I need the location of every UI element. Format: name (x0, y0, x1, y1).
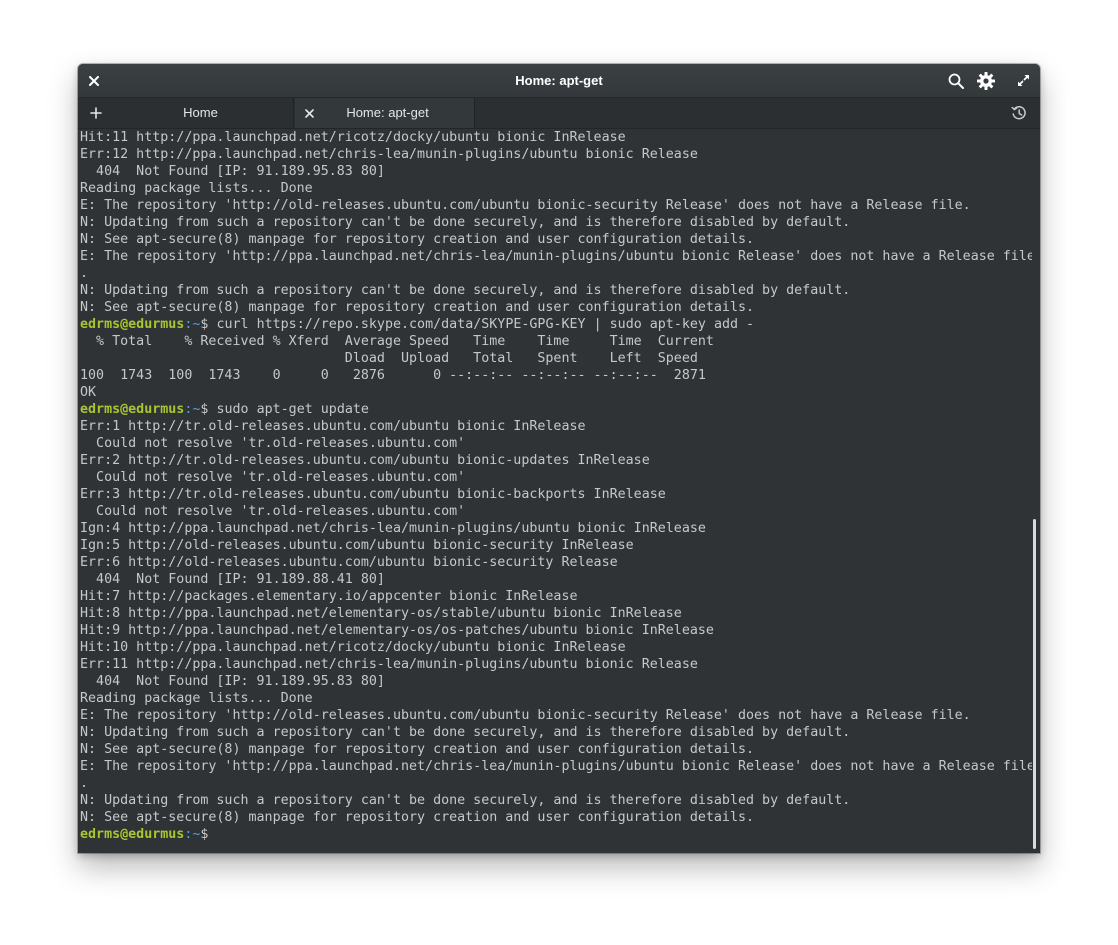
terminal-window: Home: apt-get Home Home: apt-get Hit:11 … (78, 64, 1040, 853)
terminal-text: Hit:11 http://ppa.launchpad.net/ricotz/d… (80, 129, 1032, 843)
search-button[interactable] (944, 64, 968, 97)
maximize-icon (1017, 75, 1029, 86)
tab-label: Home (183, 105, 218, 120)
output-line: Ign:5 http://old-releases.ubuntu.com/ubu… (80, 538, 634, 553)
prompt-line: edrms@edurmus:~$ sudo apt-get update (80, 401, 1032, 418)
output-line: Could not resolve 'tr.old-releases.ubunt… (80, 504, 466, 519)
maximize-button[interactable] (1013, 64, 1033, 97)
output-line: N: See apt-secure(8) manpage for reposit… (80, 742, 755, 757)
settings-button[interactable] (974, 64, 998, 97)
output-line: Err:11 http://ppa.launchpad.net/chris-le… (80, 657, 698, 672)
tab-label: Home: apt-get (346, 105, 429, 120)
new-tab-button[interactable] (84, 98, 108, 128)
output-line: N: See apt-secure(8) manpage for reposit… (80, 300, 755, 315)
prompt-symbol: $ (200, 402, 217, 417)
output-line: Hit:7 http://packages.elementary.io/appc… (80, 589, 578, 604)
titlebar: Home: apt-get (78, 64, 1040, 98)
output-line: Err:6 http://old-releases.ubuntu.com/ubu… (80, 555, 618, 570)
gear-icon (977, 71, 995, 90)
output-line: E: The repository 'http://old-releases.u… (80, 198, 971, 213)
output-line: N: See apt-secure(8) manpage for reposit… (80, 810, 755, 825)
output-line: Dload Upload Total Spent Left Speed (80, 351, 698, 366)
search-icon (948, 73, 964, 89)
output-line: E: The repository 'http://ppa.launchpad.… (80, 759, 1032, 774)
output-line: Err:2 http://tr.old-releases.ubuntu.com/… (80, 453, 650, 468)
output-line: Could not resolve 'tr.old-releases.ubunt… (80, 436, 466, 451)
prompt-user: edrms@edurmus (80, 402, 185, 417)
command-text: sudo apt-get update (216, 402, 369, 417)
terminal-output[interactable]: Hit:11 http://ppa.launchpad.net/ricotz/d… (80, 129, 1032, 853)
output-line: Could not resolve 'tr.old-releases.ubunt… (80, 470, 466, 485)
output-line: 404 Not Found [IP: 91.189.95.83 80] (80, 164, 385, 179)
prompt-path: :~ (184, 402, 201, 417)
prompt-path: :~ (184, 827, 201, 842)
output-line: 404 Not Found [IP: 91.189.88.41 80] (80, 572, 385, 587)
output-line: . (80, 266, 89, 281)
prompt-path: :~ (184, 317, 201, 332)
scrollbar[interactable] (1033, 519, 1036, 849)
output-line: Reading package lists... Done (80, 691, 313, 706)
tab-close-button[interactable] (301, 98, 317, 128)
output-line: N: Updating from such a repository can't… (80, 283, 851, 298)
output-line: N: Updating from such a repository can't… (80, 793, 851, 808)
output-line: Reading package lists... Done (80, 181, 313, 196)
prompt-user: edrms@edurmus (80, 317, 185, 332)
output-line: 404 Not Found [IP: 91.189.95.83 80] (80, 674, 385, 689)
output-line: . (80, 776, 89, 791)
output-line: Err:1 http://tr.old-releases.ubuntu.com/… (80, 419, 586, 434)
output-line: N: Updating from such a repository can't… (80, 215, 851, 230)
prompt-symbol: $ (200, 827, 217, 842)
prompt-user: edrms@edurmus (80, 827, 185, 842)
plus-icon (90, 107, 102, 119)
output-line: Err:12 http://ppa.launchpad.net/chris-le… (80, 147, 698, 162)
output-line: Ign:4 http://ppa.launchpad.net/chris-lea… (80, 521, 706, 536)
output-line: Hit:9 http://ppa.launchpad.net/elementar… (80, 623, 714, 638)
tab-home-apt-get[interactable]: Home: apt-get (295, 98, 475, 128)
output-line: Hit:11 http://ppa.launchpad.net/ricotz/d… (80, 130, 626, 145)
prompt-symbol: $ (200, 317, 217, 332)
history-icon (1011, 105, 1026, 120)
output-line: N: See apt-secure(8) manpage for reposit… (80, 232, 755, 247)
close-icon (304, 108, 314, 118)
output-line: N: Updating from such a repository can't… (80, 725, 851, 740)
output-line: 100 1743 100 1743 0 0 2876 0 --:--:-- --… (80, 368, 706, 383)
history-button[interactable] (1008, 98, 1030, 128)
output-line: OK (80, 385, 97, 400)
output-line: % Total % Received % Xferd Average Speed… (80, 334, 714, 349)
command-text: curl https://repo.skype.com/data/SKYPE-G… (216, 317, 755, 332)
tab-home[interactable]: Home (108, 98, 294, 128)
prompt-line: edrms@edurmus:~$ curl https://repo.skype… (80, 316, 1032, 333)
window-title: Home: apt-get (515, 73, 603, 88)
output-line: Hit:8 http://ppa.launchpad.net/elementar… (80, 606, 682, 621)
output-line: Hit:10 http://ppa.launchpad.net/ricotz/d… (80, 640, 626, 655)
prompt-line: edrms@edurmus:~$ (80, 826, 1032, 843)
output-line: Err:3 http://tr.old-releases.ubuntu.com/… (80, 487, 666, 502)
tab-bar: Home Home: apt-get (78, 98, 1040, 129)
output-line: E: The repository 'http://old-releases.u… (80, 708, 971, 723)
output-line: E: The repository 'http://ppa.launchpad.… (80, 249, 1032, 264)
